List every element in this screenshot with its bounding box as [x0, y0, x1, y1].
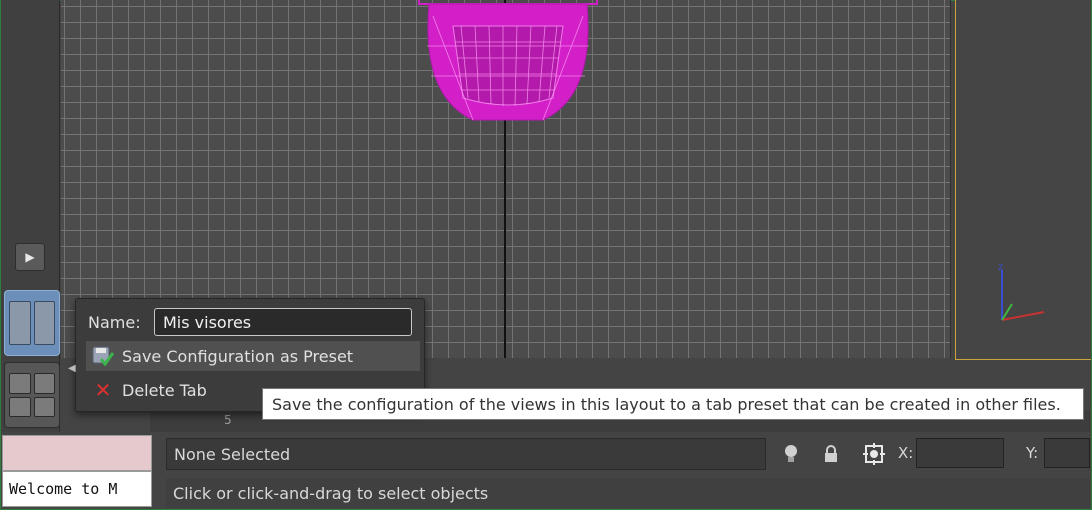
two-pane-layout-icon [9, 301, 55, 345]
expand-layouts-button[interactable]: ▶ [15, 243, 45, 271]
y-coordinate-field[interactable] [1044, 438, 1090, 468]
selection-snap-icon[interactable] [862, 442, 886, 466]
x-coordinate-label: X: [898, 444, 914, 462]
tab-name-label: Name: [88, 312, 141, 332]
save-configuration-preset-label: Save Configuration as Preset [122, 346, 354, 366]
maxscript-listener[interactable]: Welcome to M [2, 435, 152, 507]
selection-status: None Selected [166, 438, 766, 470]
ruler-number: 5 [224, 413, 232, 427]
y-coordinate-label: Y: [1026, 444, 1039, 462]
axis-gizmo-icon: z [998, 262, 1045, 321]
svg-text:z: z [998, 262, 1003, 273]
tab-name-row: Name: [88, 307, 418, 337]
light-bulb-icon[interactable] [779, 442, 803, 466]
layout-tab-two-views[interactable] [4, 290, 60, 356]
prompt-line: Click or click-and-drag to select object… [166, 478, 1090, 508]
listener-input[interactable] [2, 435, 152, 471]
layout-tab-four-views[interactable] [4, 362, 60, 428]
delete-icon: ✕ [94, 378, 112, 402]
save-preset-tooltip: Save the configuration of the views in t… [262, 388, 1084, 420]
selection-status-text: None Selected [174, 444, 291, 464]
wireframe-mesh [418, 0, 598, 121]
delete-tab-label: Delete Tab [122, 380, 207, 400]
tab-name-input[interactable] [154, 308, 412, 336]
tooltip-text: Save the configuration of the views in t… [272, 394, 1061, 414]
listener-output[interactable]: Welcome to M [2, 471, 152, 507]
four-pane-layout-icon [9, 373, 55, 417]
save-preset-icon [90, 344, 116, 368]
menu-pointer-icon: ◀ [68, 363, 76, 374]
save-configuration-preset-item[interactable]: Save Configuration as Preset [86, 341, 420, 371]
secondary-viewport[interactable]: z [955, 0, 1091, 360]
prompt-text: Click or click-and-drag to select object… [173, 483, 489, 503]
play-icon: ▶ [25, 250, 35, 264]
x-coordinate-field[interactable] [916, 438, 1004, 468]
lock-icon[interactable] [819, 442, 843, 466]
